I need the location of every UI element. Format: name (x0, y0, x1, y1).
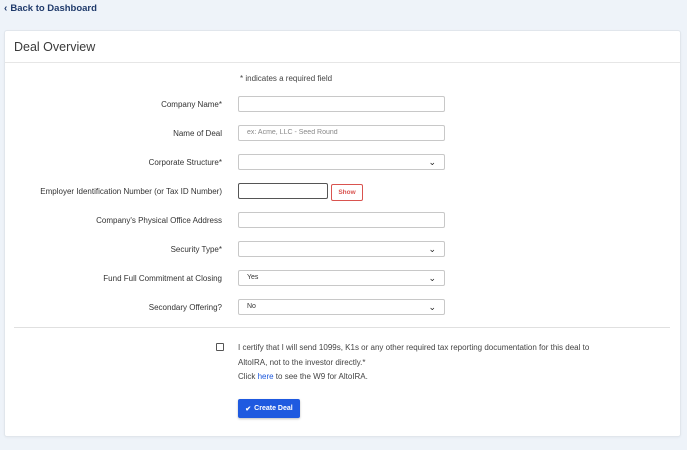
divider (14, 327, 670, 328)
company-name-label: Company Name* (161, 100, 222, 109)
corporate-structure-select[interactable]: ⌄ (238, 154, 445, 170)
back-to-dashboard-link[interactable]: ‹ Back to Dashboard (4, 3, 97, 14)
chevron-down-icon: ⌄ (428, 244, 436, 254)
w9-here-link[interactable]: here (258, 372, 274, 381)
page-title: Deal Overview (14, 39, 96, 54)
corporate-structure-row: Corporate Structure* ⌄ (5, 154, 680, 172)
fund-commitment-value: Yes (247, 274, 259, 281)
secondary-offering-select[interactable]: No ⌄ (238, 299, 445, 315)
corporate-structure-label: Corporate Structure* (148, 158, 222, 167)
secondary-offering-row: Secondary Offering? No ⌄ (5, 299, 680, 317)
click-prefix: Click (238, 372, 258, 381)
deal-name-row: Name of Deal (5, 125, 680, 143)
certify-checkbox[interactable] (216, 343, 224, 351)
create-deal-label: Create Deal (254, 405, 293, 412)
fund-commitment-row: Fund Full Commitment at Closing Yes ⌄ (5, 270, 680, 288)
company-name-input[interactable] (238, 96, 445, 112)
deal-name-input[interactable] (238, 125, 445, 141)
certify-text: I certify that I will send 1099s, K1s or… (238, 343, 590, 367)
deal-name-label: Name of Deal (173, 129, 222, 138)
secondary-offering-label: Secondary Offering? (148, 303, 222, 312)
show-ein-button[interactable]: Show (331, 184, 363, 201)
required-field-note: * indicates a required field (240, 74, 333, 83)
check-icon: ✔ (245, 405, 252, 413)
security-type-label: Security Type* (170, 245, 222, 254)
security-type-select[interactable]: ⌄ (238, 241, 445, 257)
create-deal-button[interactable]: ✔ Create Deal (238, 399, 300, 418)
office-address-label: Company's Physical Office Address (96, 216, 222, 225)
company-name-row: Company Name* (5, 96, 680, 114)
office-address-input[interactable] (238, 212, 445, 228)
w9-link-line: Click here to see the W9 for AltoIRA. (238, 369, 368, 384)
secondary-offering-value: No (247, 303, 256, 310)
card-header: Deal Overview (5, 31, 680, 63)
chevron-down-icon: ⌄ (428, 273, 436, 283)
chevron-left-icon: ‹ (4, 2, 8, 14)
chevron-down-icon: ⌄ (428, 157, 436, 167)
ein-label: Employer Identification Number (or Tax I… (40, 187, 222, 196)
office-address-row: Company's Physical Office Address (5, 212, 680, 230)
ein-row: Employer Identification Number (or Tax I… (5, 183, 680, 201)
fund-commitment-label: Fund Full Commitment at Closing (103, 274, 222, 283)
ein-input[interactable] (238, 183, 328, 199)
security-type-row: Security Type* ⌄ (5, 241, 680, 259)
back-link-label: Back to Dashboard (10, 3, 97, 14)
chevron-down-icon: ⌄ (428, 302, 436, 312)
fund-commitment-select[interactable]: Yes ⌄ (238, 270, 445, 286)
click-suffix: to see the W9 for AltoIRA. (273, 372, 368, 381)
deal-overview-card: Deal Overview * indicates a required fie… (4, 30, 681, 437)
